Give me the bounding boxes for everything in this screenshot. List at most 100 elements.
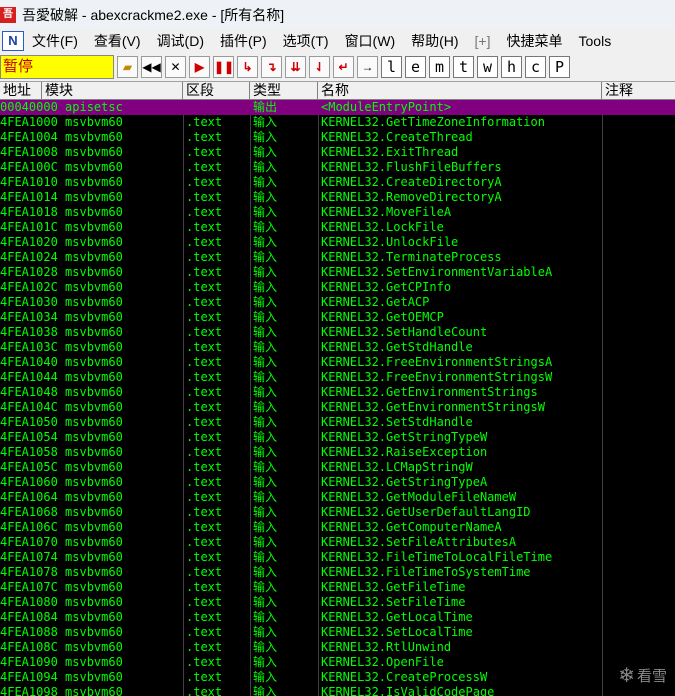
row-name: KERNEL32.LCMapStringW <box>321 460 473 474</box>
table-row[interactable]: 4FEA1014 msvbvm60 .text 输入 KERNEL32.RemoveD… <box>0 190 675 205</box>
table-row[interactable]: 4FEA1058 msvbvm60 .text 输入 KERNEL32.RaiseEx… <box>0 445 675 460</box>
step-over-icon[interactable]: ↴ <box>261 55 282 78</box>
table-row[interactable]: 4FEA101C msvbvm60 .text 输入 KERNEL32.LockFil… <box>0 220 675 235</box>
names-table[interactable]: 00040000 apisetsc 输出 <ModuleEntryPoint> … <box>0 100 675 696</box>
table-row[interactable]: 4FEA1088 msvbvm60 .text 输入 KERNEL32.SetLoca… <box>0 625 675 640</box>
table-row[interactable]: 4FEA1084 msvbvm60 .text 输入 KERNEL32.GetLoca… <box>0 610 675 625</box>
row-type: 输入 <box>253 655 278 669</box>
menu-options[interactable]: 选项(T) <box>275 31 337 51</box>
table-row[interactable]: 4FEA1054 msvbvm60 .text 输入 KERNEL32.GetStri… <box>0 430 675 445</box>
threads-window-button[interactable]: t <box>453 55 474 78</box>
row-section: .text <box>186 490 223 504</box>
row-type: 输入 <box>253 430 278 444</box>
menu-tools[interactable]: Tools <box>571 33 620 49</box>
table-row[interactable]: 4FEA1000 msvbvm60 .text 输入 KERNEL32.GetTime… <box>0 115 675 130</box>
table-row[interactable]: 4FEA1048 msvbvm60 .text 输入 KERNEL32.GetEnvi… <box>0 385 675 400</box>
table-row[interactable]: 4FEA1068 msvbvm60 .text 输入 KERNEL32.GetUser… <box>0 505 675 520</box>
row-type: 输入 <box>253 115 278 129</box>
table-row[interactable]: 4FEA103C msvbvm60 .text 输入 KERNEL32.GetStdH… <box>0 340 675 355</box>
table-row[interactable]: 4FEA106C msvbvm60 .text 输入 KERNEL32.GetComp… <box>0 520 675 535</box>
table-row[interactable]: 4FEA108C msvbvm60 .text 输入 KERNEL32.RtlUnwi… <box>0 640 675 655</box>
table-row[interactable]: 4FEA1078 msvbvm60 .text 输入 KERNEL32.FileTim… <box>0 565 675 580</box>
table-row-selected[interactable]: 00040000 apisetsc 输出 <ModuleEntryPoint> <box>0 100 675 115</box>
row-name: KERNEL32.GetComputerNameA <box>321 520 502 534</box>
goto-icon[interactable]: → <box>357 55 378 78</box>
menu-debug[interactable]: 调试(D) <box>149 31 212 51</box>
table-row[interactable]: 4FEA1044 msvbvm60 .text 输入 KERNEL32.FreeEnv… <box>0 370 675 385</box>
row-name: KERNEL32.CreateDirectoryA <box>321 175 502 189</box>
table-row[interactable]: 4FEA107C msvbvm60 .text 输入 KERNEL32.GetFile… <box>0 580 675 595</box>
table-row[interactable]: 4FEA1034 msvbvm60 .text 输入 KERNEL32.GetOEMC… <box>0 310 675 325</box>
run-icon[interactable]: ▶ <box>189 55 210 78</box>
windows-window-button[interactable]: w <box>477 55 498 78</box>
row-name: KERNEL32.GetModuleFileNameW <box>321 490 517 504</box>
trace-over-icon[interactable]: ⇃ <box>309 55 330 78</box>
close-icon[interactable]: ✕ <box>165 55 186 78</box>
row-section: .text <box>186 580 223 594</box>
table-row[interactable]: 4FEA1094 msvbvm60 .text 输入 KERNEL32.CreateP… <box>0 670 675 685</box>
table-row[interactable]: 4FEA1098 msvbvm60 .text 输入 KERNEL32.IsValid… <box>0 685 675 696</box>
table-row[interactable]: 4FEA1064 msvbvm60 .text 输入 KERNEL32.GetModu… <box>0 490 675 505</box>
menu-file[interactable]: 文件(F) <box>24 31 86 51</box>
mdi-logo-icon[interactable]: N <box>2 30 24 51</box>
header-module[interactable]: 模块 <box>42 82 183 99</box>
memory-window-button[interactable]: m <box>429 55 450 78</box>
step-into-icon[interactable]: ↳ <box>237 55 258 78</box>
table-row[interactable]: 4FEA1070 msvbvm60 .text 输入 KERNEL32.SetFile… <box>0 535 675 550</box>
table-row[interactable]: 4FEA1018 msvbvm60 .text 输入 KERNEL32.MoveFil… <box>0 205 675 220</box>
menu-help[interactable]: 帮助(H) <box>403 31 466 51</box>
row-name: KERNEL32.CreateThread <box>321 130 473 144</box>
modules-window-button[interactable]: e <box>405 55 426 78</box>
table-row[interactable]: 4FEA1080 msvbvm60 .text 输入 KERNEL32.SetFile… <box>0 595 675 610</box>
header-type[interactable]: 类型 <box>250 82 318 99</box>
table-row[interactable]: 4FEA1028 msvbvm60 .text 输入 KERNEL32.SetEnvi… <box>0 265 675 280</box>
row-type: 输入 <box>253 460 278 474</box>
row-address-module: 4FEA1030 msvbvm60 <box>0 295 123 309</box>
row-section: .text <box>186 190 223 204</box>
table-row[interactable]: 4FEA105C msvbvm60 .text 输入 KERNEL32.LCMapSt… <box>0 460 675 475</box>
menu-plus[interactable]: [+] <box>467 33 499 49</box>
menu-plugins[interactable]: 插件(P) <box>212 31 275 51</box>
row-section: .text <box>186 250 223 264</box>
table-row[interactable]: 4FEA1060 msvbvm60 .text 输入 KERNEL32.GetStri… <box>0 475 675 490</box>
row-name: KERNEL32.CreateProcessW <box>321 670 488 684</box>
menu-shortcuts[interactable]: 快捷菜单 <box>499 31 571 51</box>
table-row[interactable]: 4FEA100C msvbvm60 .text 输入 KERNEL32.FlushFi… <box>0 160 675 175</box>
row-name: KERNEL32.LockFile <box>321 220 444 234</box>
table-row[interactable]: 4FEA104C msvbvm60 .text 输入 KERNEL32.GetEnvi… <box>0 400 675 415</box>
log-window-button[interactable]: l <box>381 55 402 78</box>
table-row[interactable]: 4FEA1038 msvbvm60 .text 输入 KERNEL32.SetHand… <box>0 325 675 340</box>
row-type: 输入 <box>253 220 278 234</box>
open-folder-icon[interactable]: ▰ <box>117 55 138 78</box>
table-row[interactable]: 4FEA1040 msvbvm60 .text 输入 KERNEL32.FreeEnv… <box>0 355 675 370</box>
table-row[interactable]: 4FEA1090 msvbvm60 .text 输入 KERNEL32.OpenFil… <box>0 655 675 670</box>
table-row[interactable]: 4FEA1074 msvbvm60 .text 输入 KERNEL32.FileTim… <box>0 550 675 565</box>
cpu-window-button[interactable]: c <box>525 55 546 78</box>
table-row[interactable]: 4FEA1004 msvbvm60 .text 输入 KERNEL32.CreateT… <box>0 130 675 145</box>
header-name[interactable]: 名称 <box>318 82 602 99</box>
header-comment[interactable]: 注释 <box>602 82 675 99</box>
table-row[interactable]: 4FEA1050 msvbvm60 .text 输入 KERNEL32.SetStdH… <box>0 415 675 430</box>
menu-view[interactable]: 查看(V) <box>86 31 149 51</box>
handles-window-button[interactable]: h <box>501 55 522 78</box>
row-address-module: 4FEA1004 msvbvm60 <box>0 130 123 144</box>
row-section: .text <box>186 445 223 459</box>
table-row[interactable]: 4FEA102C msvbvm60 .text 输入 KERNEL32.GetCPIn… <box>0 280 675 295</box>
table-row[interactable]: 4FEA1008 msvbvm60 .text 输入 KERNEL32.ExitThr… <box>0 145 675 160</box>
menu-window[interactable]: 窗口(W) <box>337 31 404 51</box>
table-row[interactable]: 4FEA1020 msvbvm60 .text 输入 KERNEL32.UnlockF… <box>0 235 675 250</box>
row-name: KERNEL32.FreeEnvironmentStringsW <box>321 370 553 384</box>
row-address-module: 4FEA1054 msvbvm60 <box>0 430 123 444</box>
app-icon[interactable]: 吾 <box>0 6 16 23</box>
header-address[interactable]: 地址 <box>0 82 42 99</box>
patches-window-button[interactable]: P <box>549 55 570 78</box>
table-row[interactable]: 4FEA1024 msvbvm60 .text 输入 KERNEL32.Termina… <box>0 250 675 265</box>
pause-icon[interactable]: ❚❚ <box>213 55 234 78</box>
rewind-icon[interactable]: ◀◀ <box>141 55 162 78</box>
header-section[interactable]: 区段 <box>183 82 250 99</box>
row-section: .text <box>186 610 223 624</box>
trace-into-icon[interactable]: ⇊ <box>285 55 306 78</box>
table-row[interactable]: 4FEA1030 msvbvm60 .text 输入 KERNEL32.GetACP <box>0 295 675 310</box>
execute-till-return-icon[interactable]: ↵ <box>333 55 354 78</box>
table-row[interactable]: 4FEA1010 msvbvm60 .text 输入 KERNEL32.CreateD… <box>0 175 675 190</box>
